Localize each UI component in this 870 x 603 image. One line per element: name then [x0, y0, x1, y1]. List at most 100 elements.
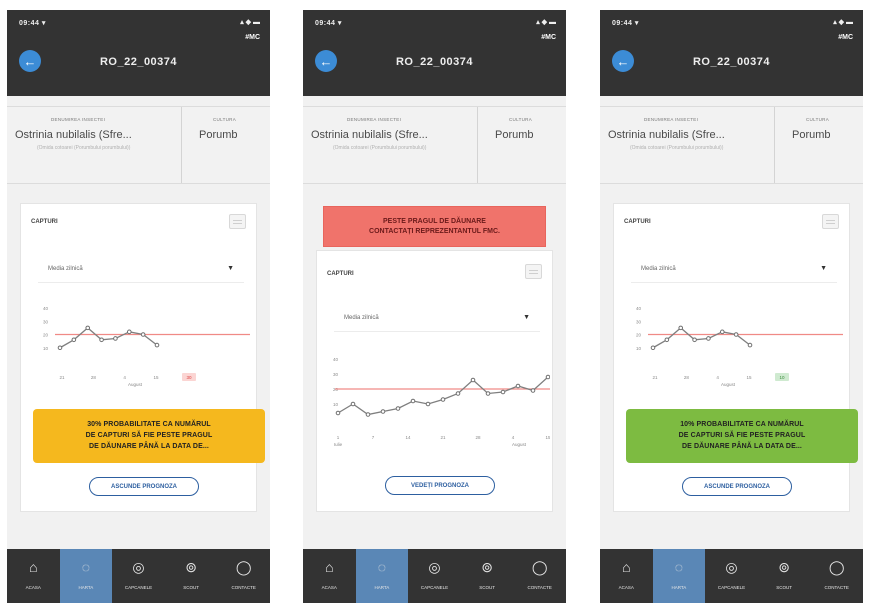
- probability-banner: 10% PROBABILITATE CA NUMĂRUL DE CAPTURI …: [626, 409, 858, 463]
- hide-forecast-button[interactable]: ASCUNDE PROGNOZA: [89, 477, 199, 496]
- crop-label: CULTURA: [213, 117, 237, 122]
- nav-item-acasa[interactable]: ⌂ ACASA: [303, 549, 356, 603]
- nav-item-capcanele[interactable]: ◎ CAPCANELE: [705, 549, 758, 603]
- nav-item-scout[interactable]: ⊚ SCOUT: [758, 549, 811, 603]
- month-label: Iulie: [334, 442, 343, 447]
- nav-contacte-icon: ◯: [235, 559, 252, 575]
- y-tick-label: 40: [333, 357, 339, 362]
- phone-screen-1: 09:44 ▾ ▴ ◆ ▬ #MC ← RO_22_00374 DENUMIRE…: [7, 10, 270, 603]
- nav-item-capcanele[interactable]: ◎ CAPCANELE: [408, 549, 461, 603]
- captures-chart: 4030201017142128415AugustIulie: [333, 357, 550, 447]
- warning-line-2: CONTACTAȚI REPREZENTANTUL FMC.: [369, 228, 500, 235]
- y-tick-label: 10: [636, 346, 642, 351]
- nav-capcanele-icon: ◎: [132, 559, 145, 575]
- nav-label: ACASA: [321, 585, 337, 590]
- data-point: [154, 342, 160, 348]
- aggregation-select[interactable]: Media zilnică ▼: [334, 307, 540, 332]
- app-header: 09:44 ▾ ▴ ◆ ▬ #MC ← RO_22_00374: [7, 10, 270, 96]
- aggregation-select[interactable]: Media zilnică ▼: [631, 258, 837, 283]
- nav-item-harta[interactable]: ◌ HARTA: [652, 549, 706, 603]
- bottom-nav: ⌂ ACASA ◌ HARTA ◎ CAPCANELE ⊚ SCOUT ◯ CONTACTE: [7, 549, 270, 603]
- y-tick-label: 40: [636, 306, 642, 311]
- app-header: 09:44 ▾ ▴ ◆ ▬ #MC ← RO_22_00374: [600, 10, 863, 96]
- data-point: [470, 377, 476, 383]
- nav-item-contacte[interactable]: ◯ CONTACTE: [217, 549, 270, 603]
- calendar-icon[interactable]: [822, 214, 839, 229]
- insect-value: Ostrinia nubilalis (Sfre...: [608, 129, 725, 141]
- probability-banner: 30% PROBABILITATE CA NUMĂRUL DE CAPTURI …: [33, 409, 265, 463]
- month-label: August: [512, 442, 527, 447]
- nav-harta-icon: ◌: [377, 559, 387, 575]
- nav-scout-icon: ⊚: [778, 559, 790, 575]
- warning-line-1: PESTE PRAGUL DE DĂUNARE: [383, 218, 486, 225]
- y-tick-label: 30: [333, 372, 339, 377]
- prob-line-2: DE CAPTURI SĂ FIE PESTE PRAGUL: [678, 432, 806, 439]
- threshold-warning: PESTE PRAGUL DE DĂUNARE CONTACTAȚI REPRE…: [323, 206, 546, 247]
- data-point: [733, 332, 739, 337]
- x-tick-label: 4: [716, 375, 719, 380]
- phone-screen-3: 09:44 ▾ ▴ ◆ ▬ #MC ← RO_22_00374 DENUMIRE…: [600, 10, 863, 603]
- data-point: [706, 336, 711, 341]
- x-tick-label: 28: [684, 375, 690, 380]
- captures-card: CAPTURI Media zilnică ▼ 4030201017142128…: [316, 250, 553, 512]
- brand-tag: #MC: [838, 34, 853, 41]
- data-point: [380, 409, 386, 414]
- y-tick-label: 10: [43, 346, 49, 351]
- calendar-icon[interactable]: [229, 214, 246, 229]
- show-forecast-button[interactable]: VEDEȚI PROGNOZA: [385, 476, 495, 495]
- data-point: [747, 342, 753, 348]
- nav-item-harta[interactable]: ◌ HARTA: [355, 549, 409, 603]
- x-tick-label: 15: [746, 375, 752, 380]
- page-title: RO_22_00374: [692, 56, 771, 68]
- nav-item-scout[interactable]: ⊚ SCOUT: [165, 549, 218, 603]
- calendar-icon[interactable]: [525, 264, 542, 279]
- x-tick-label: 21: [440, 435, 446, 440]
- nav-item-scout[interactable]: ⊚ SCOUT: [461, 549, 514, 603]
- crop-value: Porumb: [792, 129, 831, 141]
- data-point: [71, 337, 77, 343]
- nav-item-harta[interactable]: ◌ HARTA: [59, 549, 113, 603]
- captures-chart: 40 30 20 10 21 28 4 15 August 10: [636, 306, 843, 387]
- nav-item-acasa[interactable]: ⌂ ACASA: [600, 549, 653, 603]
- y-tick-label: 30: [636, 319, 642, 324]
- data-point: [335, 410, 341, 416]
- nav-item-contacte[interactable]: ◯ CONTACTE: [810, 549, 863, 603]
- aggregation-select[interactable]: Media zilnică ▼: [38, 258, 244, 283]
- y-tick-label: 40: [43, 306, 49, 311]
- nav-label: CAPCANELE: [717, 585, 746, 590]
- x-tick-label: 28: [475, 435, 481, 440]
- series-line: [337, 376, 549, 416]
- y-tick-label: 20: [43, 333, 49, 338]
- nav-acasa-icon: ⌂: [622, 559, 631, 575]
- divider: [477, 107, 478, 183]
- status-icons: ▴ ◆ ▬: [833, 19, 853, 26]
- nav-item-contacte[interactable]: ◯ CONTACTE: [513, 549, 566, 603]
- data-point: [57, 345, 63, 351]
- select-value: Media zilnică: [344, 315, 379, 321]
- x-tick-label: 15: [545, 435, 550, 440]
- captures-chart: 40 30 20 10 21 28 4 15 August 30: [43, 306, 250, 387]
- data-point: [692, 337, 697, 343]
- nav-label: CONTACTE: [824, 585, 849, 590]
- divider: [774, 107, 775, 183]
- nav-contacte-icon: ◯: [828, 559, 845, 575]
- x-tick-label: 14: [405, 435, 411, 440]
- data-point: [485, 391, 491, 396]
- prob-line-1: 10% PROBABILITATE CA NUMĂRUL: [680, 421, 804, 428]
- nav-item-acasa[interactable]: ⌂ ACASA: [7, 549, 60, 603]
- month-label: August: [128, 382, 143, 387]
- captures-card: CAPTURI Media zilnică ▼ 40 30 20 10 21 28 4 15 A…: [613, 203, 858, 512]
- status-time: 09:44 ▾: [19, 20, 46, 27]
- nav-scout-icon: ⊚: [481, 559, 493, 575]
- app-header: 09:44 ▾ ▴ ◆ ▬ #MC ← RO_22_00374: [303, 10, 566, 96]
- nav-item-capcanele[interactable]: ◎ CAPCANELE: [112, 549, 165, 603]
- nav-acasa-icon: ⌂: [325, 559, 334, 575]
- data-point: [126, 329, 132, 335]
- status-icons: ▴ ◆ ▬: [240, 19, 260, 26]
- page-title: RO_22_00374: [395, 56, 474, 68]
- nav-capcanele-icon: ◎: [428, 559, 441, 575]
- captures-title: CAPTURI: [31, 219, 58, 225]
- hide-forecast-button[interactable]: ASCUNDE PROGNOZA: [682, 477, 792, 496]
- select-value: Media zilnică: [48, 266, 83, 272]
- nav-label: CONTACTE: [527, 585, 552, 590]
